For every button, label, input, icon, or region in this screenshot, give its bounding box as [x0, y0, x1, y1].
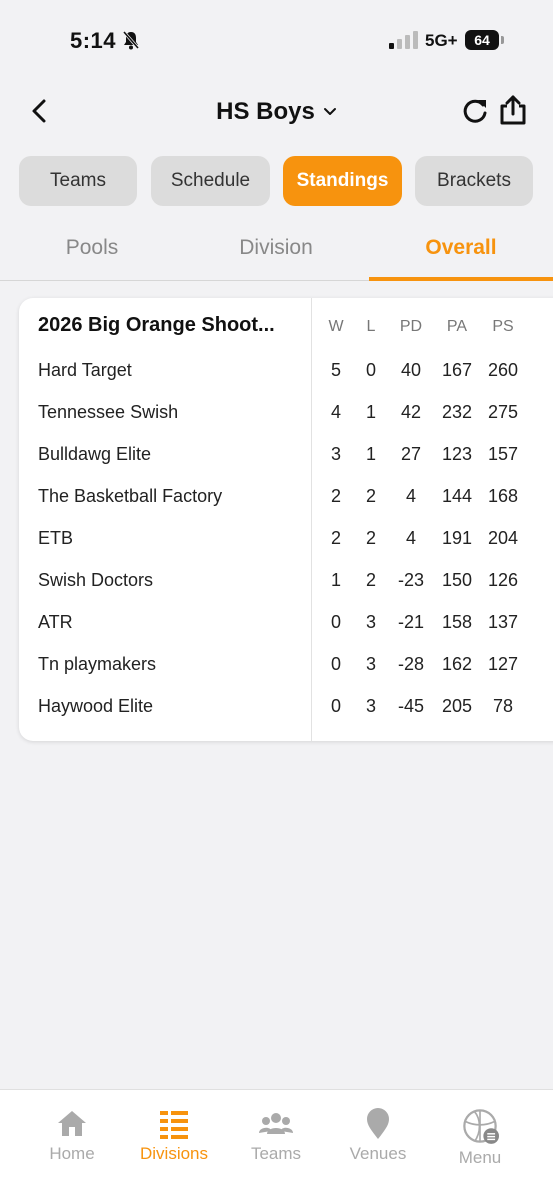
- team-name[interactable]: Bulldawg Elite: [38, 444, 151, 465]
- cell-pa: 144: [441, 486, 473, 506]
- team-name[interactable]: ATR: [38, 612, 73, 633]
- nav-venues-label: Venues: [349, 1144, 407, 1163]
- standings-button[interactable]: Standings: [283, 156, 402, 206]
- standings-title: 2026 Big Orange Shoot...: [38, 314, 275, 336]
- nav-teams[interactable]: Teams: [226, 1108, 326, 1164]
- teams-icon: [259, 1113, 293, 1134]
- menu-icon: [463, 1109, 499, 1144]
- share-icon[interactable]: [498, 94, 528, 126]
- status-bar: 5:14 5G+ 64: [0, 0, 553, 80]
- nav-teams-label: Teams: [250, 1144, 302, 1163]
- cell-ps: 204: [487, 528, 519, 548]
- cell-pa: 158: [441, 612, 473, 632]
- chevron-down-icon: [323, 108, 336, 115]
- bottom-nav: Home Divisions Teams Venues Menu: [0, 1089, 553, 1200]
- tab-division[interactable]: Division: [184, 236, 368, 260]
- brackets-button[interactable]: Brackets: [415, 156, 533, 206]
- refresh-icon[interactable]: [461, 97, 489, 125]
- tab-overall[interactable]: Overall: [369, 236, 553, 260]
- nav-divisions[interactable]: Divisions: [124, 1108, 224, 1164]
- team-name[interactable]: Swish Doctors: [38, 570, 153, 591]
- cell-ps: 137: [487, 612, 519, 632]
- cell-pd: -45: [397, 696, 424, 716]
- header: HS Boys: [0, 88, 553, 134]
- cell-pa: 232: [441, 402, 473, 422]
- schedule-button[interactable]: Schedule: [151, 156, 270, 206]
- column-header-ps: PS: [492, 318, 514, 335]
- tab-pools[interactable]: Pools: [0, 236, 184, 260]
- bell-slash-icon: [122, 31, 140, 50]
- cell-ps: 168: [487, 486, 519, 506]
- team-name[interactable]: The Basketball Factory: [38, 486, 222, 507]
- home-icon: [58, 1111, 86, 1136]
- status-time: 5:14: [70, 28, 117, 53]
- cell-ps: 157: [487, 444, 519, 464]
- cell-pa: 191: [441, 528, 473, 548]
- nav-menu-label: Menu: [458, 1148, 502, 1167]
- venues-icon: [367, 1108, 389, 1139]
- nav-menu[interactable]: Menu: [430, 1108, 530, 1168]
- team-name[interactable]: Hard Target: [38, 360, 132, 381]
- cell-ps: 127: [487, 654, 519, 674]
- cell-pa: 205: [441, 696, 473, 716]
- battery-icon: 64: [465, 30, 505, 50]
- column-header-pa: PA: [446, 318, 468, 335]
- cell-pd: -21: [397, 612, 424, 632]
- cell-pd: 40: [400, 360, 422, 380]
- team-name[interactable]: Tn playmakers: [38, 654, 156, 675]
- divisions-icon: [160, 1111, 188, 1139]
- active-tab-indicator: [369, 277, 553, 281]
- cell-pa: 123: [441, 444, 473, 464]
- cell-pd: 4: [405, 486, 416, 506]
- nav-venues[interactable]: Venues: [328, 1108, 428, 1164]
- cell-pd: 4: [405, 528, 416, 548]
- nav-divisions-label: Divisions: [139, 1144, 209, 1163]
- cell-ps: 260: [487, 360, 519, 380]
- cell-pd: -28: [397, 654, 424, 674]
- page-title: HS Boys: [216, 98, 315, 125]
- team-name[interactable]: Tennessee Swish: [38, 402, 178, 423]
- cell-ps: 78: [492, 696, 514, 716]
- signal-icon: [389, 31, 418, 49]
- cell-pa: 162: [441, 654, 473, 674]
- network-label: 5G+: [425, 31, 458, 50]
- standings-tabs: Pools Division Overall: [0, 226, 553, 281]
- cell-pd: 42: [400, 402, 422, 422]
- section-buttons: Teams Schedule Standings Brackets: [19, 156, 539, 206]
- cell-pd: -23: [397, 570, 424, 590]
- nav-home-label: Home: [49, 1144, 95, 1163]
- cell-ps: 126: [487, 570, 519, 590]
- nav-home[interactable]: Home: [22, 1108, 122, 1164]
- cell-pa: 150: [441, 570, 473, 590]
- team-name[interactable]: Haywood Elite: [38, 696, 153, 717]
- cell-pa: 167: [441, 360, 473, 380]
- column-header-pd: PD: [399, 318, 423, 335]
- standings-card: 2026 Big Orange Shoot... W L PD PA PS Ha…: [19, 298, 553, 741]
- battery-level: 64: [465, 30, 499, 50]
- cell-ps: 275: [487, 402, 519, 422]
- team-name[interactable]: ETB: [38, 528, 73, 549]
- cell-pd: 27: [400, 444, 422, 464]
- teams-button[interactable]: Teams: [19, 156, 137, 206]
